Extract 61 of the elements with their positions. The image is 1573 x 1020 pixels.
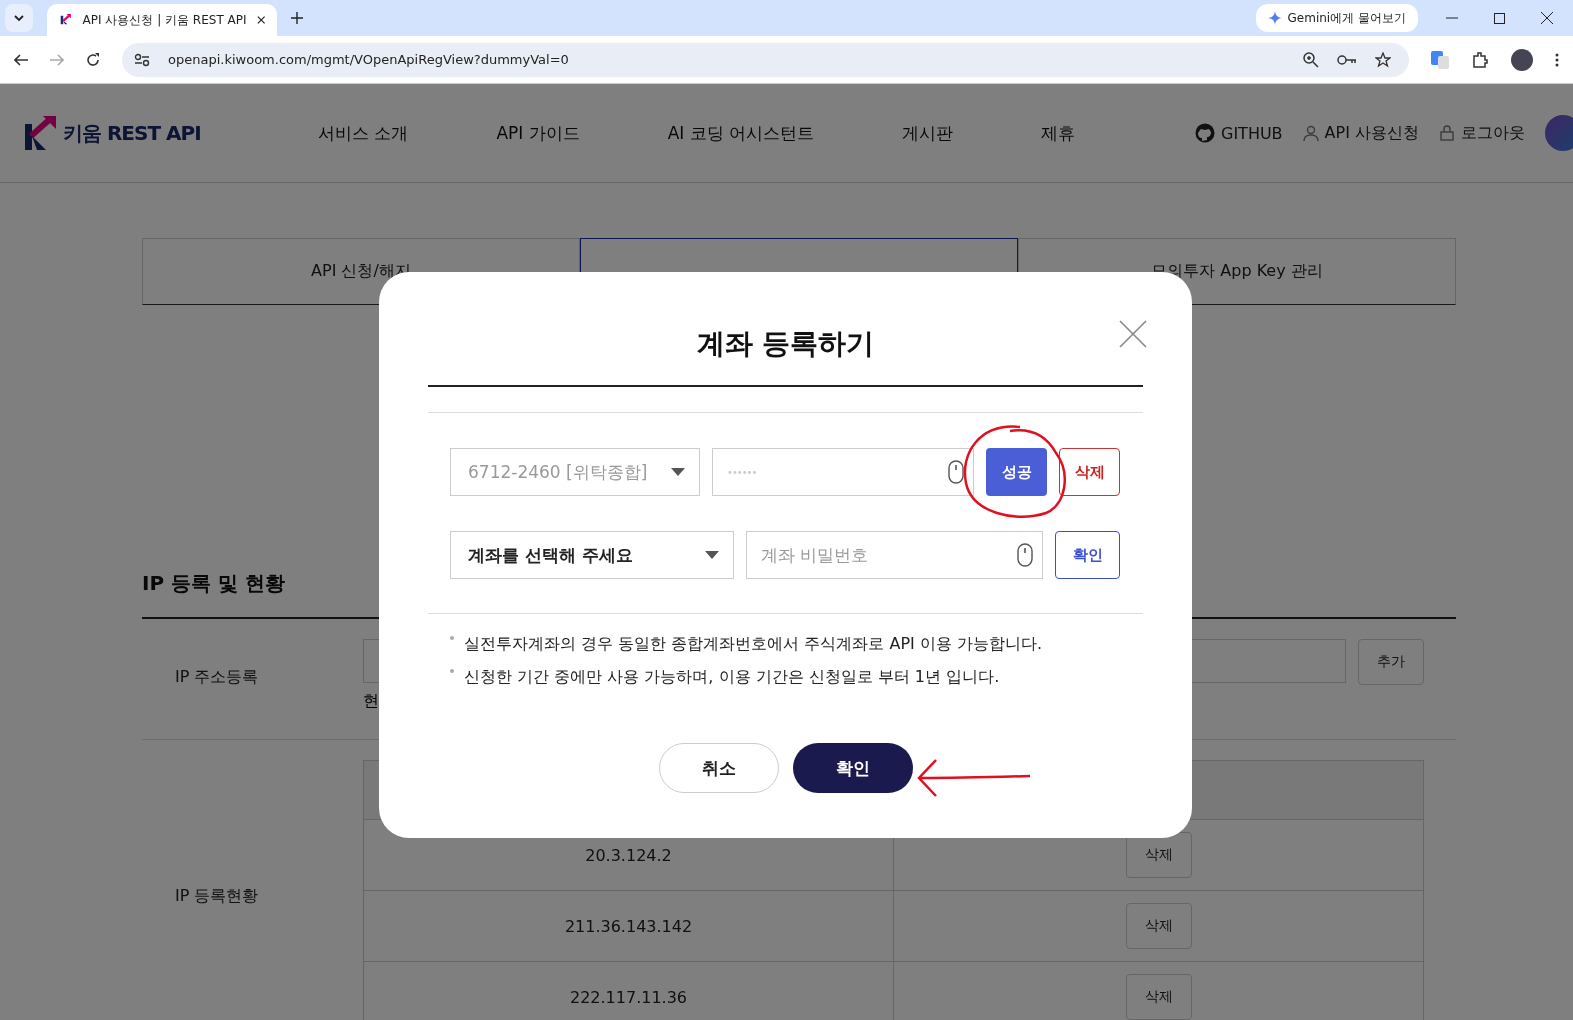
field-label: IP 등록현황 [174, 886, 260, 907]
tab-list-button[interactable] [5, 4, 33, 32]
logo-text[interactable]: 키움 REST API [63, 119, 201, 147]
delete-button[interactable]: 삭제 [1126, 903, 1192, 949]
success-button[interactable]: 성공 [986, 448, 1047, 496]
delete-button[interactable]: 삭제 [1059, 448, 1120, 496]
star-icon[interactable] [1375, 51, 1391, 68]
gemini-button[interactable]: Gemini에게 물어보기 [1255, 4, 1418, 32]
ip-address-cell: 222.117.11.36 [364, 962, 894, 1020]
nav-link[interactable]: AI 코딩 어시스턴트 [667, 121, 815, 145]
reload-icon[interactable] [86, 52, 100, 67]
caret-down-icon [671, 468, 685, 476]
user-icon [1302, 125, 1319, 141]
account-dropdown[interactable]: 계좌를 선택해 주세요 [450, 531, 734, 579]
key-icon[interactable] [1337, 53, 1357, 66]
nav-link[interactable]: 서비스 소개 [318, 121, 409, 145]
cancel-button[interactable]: 취소 [658, 743, 779, 793]
nav-link[interactable]: API 가이드 [496, 121, 580, 145]
password-field[interactable]: 계좌 비밀번호 [746, 531, 1043, 579]
add-button[interactable]: 추가 [1358, 639, 1424, 685]
ip-address-cell: 211.36.143.142 [364, 891, 894, 961]
close-icon[interactable] [1541, 12, 1553, 24]
logo-icon [25, 116, 57, 150]
confirm-button[interactable]: 확인 [1055, 531, 1120, 579]
tab-title: API 사용신청 | 키움 REST API [82, 11, 247, 29]
address-bar[interactable]: openapi.kiwoom.com/mgmt/VOpenApiRegView?dummyVal=0 [122, 42, 1409, 77]
mouse-icon[interactable] [948, 460, 964, 484]
close-icon[interactable] [256, 15, 265, 25]
lock-icon [1439, 125, 1455, 141]
site-settings-icon[interactable] [134, 52, 150, 67]
mouse-icon[interactable] [1017, 543, 1033, 567]
delete-button[interactable]: 삭제 [1126, 974, 1192, 1020]
browser-tab[interactable]: API 사용신청 | 키움 REST API [47, 4, 277, 36]
zoom-icon[interactable] [1303, 51, 1319, 68]
header-link[interactable]: GITHUB [1195, 123, 1283, 143]
maximize-icon[interactable] [1494, 12, 1505, 24]
account-dropdown[interactable]: 6712-2460 [위탁종합] [450, 448, 700, 496]
bullet-icon [450, 669, 454, 673]
header-link[interactable]: 로그아웃 [1439, 122, 1525, 144]
note-text: 현 [363, 691, 380, 712]
more-icon[interactable] [1555, 52, 1559, 67]
github-icon [1195, 123, 1215, 143]
nav-link[interactable]: 제휴 [1041, 121, 1076, 145]
header-link[interactable]: API 사용신청 [1302, 122, 1419, 144]
confirm-button[interactable]: 확인 [792, 743, 913, 793]
url-text: openapi.kiwoom.com/mgmt/VOpenApiRegView?dummyVal=0 [168, 52, 569, 67]
caret-down-icon [705, 551, 719, 559]
back-icon[interactable] [14, 53, 28, 66]
profile-avatar[interactable] [1511, 48, 1533, 71]
sparkle-icon [1267, 11, 1282, 25]
new-tab-icon[interactable] [291, 12, 303, 24]
translate-icon[interactable] [1431, 50, 1449, 69]
field-label: IP 주소등록 [174, 667, 260, 688]
note-text: 실전투자계좌의 경우 동일한 종합계좌번호에서 주식계좌로 API 이용 가능합니다. [464, 634, 1042, 655]
note-text: 신청한 기간 중에만 사용 가능하며, 이용 기간은 신청일로 부터 1년 입니다. [464, 667, 1000, 688]
delete-button[interactable]: 삭제 [1126, 832, 1192, 878]
extensions-icon[interactable] [1471, 50, 1489, 69]
chevron-down-icon [13, 14, 25, 22]
bullet-icon [450, 636, 454, 640]
modal-title: 계좌 등록하기 [696, 326, 875, 362]
nav-link[interactable]: 게시판 [902, 121, 954, 145]
